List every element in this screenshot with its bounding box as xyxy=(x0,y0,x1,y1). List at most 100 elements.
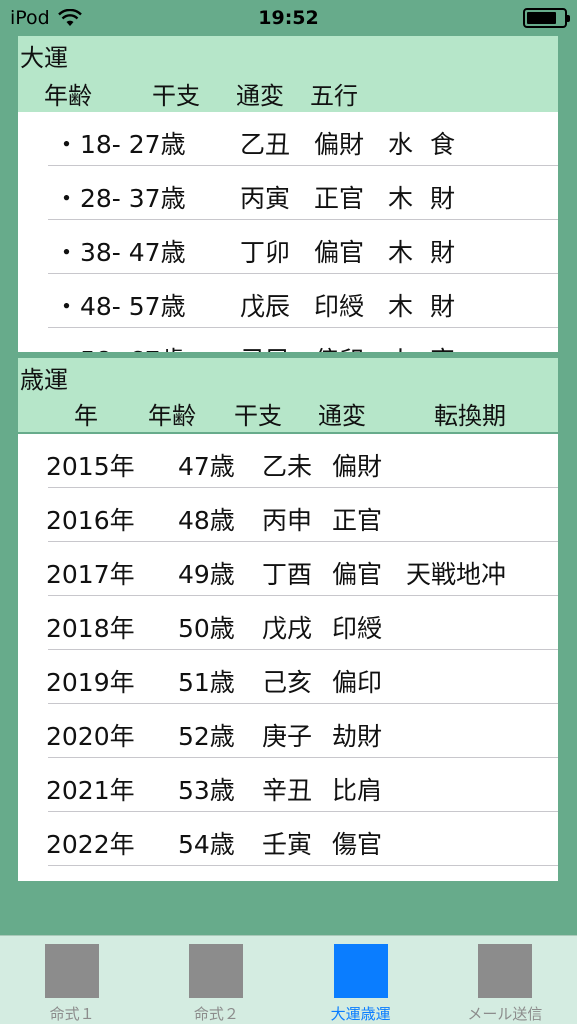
status-time: 19:52 xyxy=(258,7,319,29)
saiun-cell-year: 2018年 xyxy=(46,614,135,643)
daiun-cell-kanshi: 丁卯 xyxy=(240,238,291,267)
daiun-cell-kanshi: 戊辰 xyxy=(240,292,291,321)
saiun-header: 歳運 年 年齢 干支 通変 転換期 xyxy=(18,358,558,432)
saiun-header-year: 年 xyxy=(74,402,98,430)
saiun-row[interactable]: 2016年 48歳 丙申 正官 xyxy=(18,488,558,542)
tab-placeholder-icon xyxy=(333,944,388,998)
daiun-header-kanshi: 干支 xyxy=(152,82,200,110)
daiun-list[interactable]: ・ 18- 27歳 乙丑 偏財水食・ 28- 37歳 丙寅 正官木財・ 38- 47歳 丁卯 偏官… xyxy=(18,112,558,352)
daiun-header-tsuhen: 通変 xyxy=(236,82,284,110)
saiun-cell-kanshi: 癸卯 xyxy=(262,879,312,881)
daiun-cell-bullet: ・ xyxy=(54,184,80,213)
saiun-cell-age: 49歳 xyxy=(178,560,235,589)
saiun-cell-tsuhen: 偏官 xyxy=(332,560,383,589)
device-name: iPod xyxy=(10,7,50,29)
daiun-header: 大運 年齢 干支 通変 五行 xyxy=(18,36,558,112)
tab-daiun-saiun[interactable]: 大運歳運 xyxy=(289,936,433,1024)
saiun-cell-year: 2023年 xyxy=(46,879,135,881)
saiun-cell-age: 50歳 xyxy=(178,614,235,643)
saiun-cell-year: 2022年 xyxy=(46,830,135,859)
saiun-row[interactable]: 2020年 52歳 庚子 劫財 xyxy=(18,704,558,758)
saiun-row[interactable]: 2019年 51歳 己亥 偏印 xyxy=(18,650,558,704)
saiun-row[interactable]: 2015年 47歳 乙未 偏財 xyxy=(18,434,558,488)
daiun-cell-tsuhen: 印綬 xyxy=(314,292,365,321)
saiun-cell-tsuhen: 偏財 xyxy=(332,452,383,481)
tab-meishiki2[interactable]: 命式２ xyxy=(144,936,288,1024)
daiun-cell-gogyo2: 財 xyxy=(430,238,456,267)
saiun-row[interactable]: 2021年 53歳 辛丑 比肩 xyxy=(18,758,558,812)
status-left: iPod xyxy=(10,7,82,29)
daiun-cell-age: 48- 57歳 xyxy=(80,292,186,321)
saiun-cell-tsuhen: 傷官 xyxy=(332,830,383,859)
daiun-cell-gogyo1: 木 xyxy=(388,238,414,267)
daiun-cell-gogyo1: 木 xyxy=(388,184,414,213)
saiun-cell-kanshi: 丁酉 xyxy=(262,560,313,589)
saiun-row[interactable]: 2018年 50歳 戊戌 印綬 xyxy=(18,596,558,650)
saiun-cell-tsuhen: 食神 xyxy=(332,879,382,881)
saiun-header-kanshi: 干支 xyxy=(234,402,282,430)
saiun-cell-age: 53歳 xyxy=(178,776,235,805)
tab-placeholder-icon xyxy=(189,944,244,998)
saiun-cell-kanshi: 壬寅 xyxy=(262,830,313,859)
saiun-cell-kanshi: 辛丑 xyxy=(262,776,313,805)
saiun-cell-tsuhen: 印綬 xyxy=(332,614,383,643)
daiun-cell-gogyo2: 食 xyxy=(430,130,456,159)
tab-label: 大運歳運 xyxy=(330,1005,391,1023)
daiun-row[interactable]: ・ 38- 47歳 丁卯 偏官木財 xyxy=(18,220,558,274)
daiun-cell-gogyo1: 火 xyxy=(388,341,413,352)
daiun-cell-bullet: ・ xyxy=(54,292,80,321)
daiun-cell-bullet: ・ xyxy=(54,130,80,159)
saiun-cell-tsuhen: 比肩 xyxy=(332,776,383,805)
saiun-cell-year: 2016年 xyxy=(46,506,135,535)
saiun-cell-age: 48歳 xyxy=(178,506,235,535)
daiun-cell-kanshi: 丙寅 xyxy=(240,184,291,213)
saiun-header-age: 年齢 xyxy=(148,402,196,430)
daiun-title: 大運 xyxy=(20,44,68,72)
tab-mail[interactable]: メール送信 xyxy=(433,936,577,1024)
daiun-cell-tsuhen: 偏財 xyxy=(314,130,365,159)
daiun-cell-tsuhen: 偏印 xyxy=(314,341,364,352)
saiun-cell-age: 52歳 xyxy=(178,722,235,751)
saiun-cell-tsuhen: 正官 xyxy=(332,506,383,535)
daiun-cell-gogyo2: 財 xyxy=(430,292,456,321)
saiun-cell-kanshi: 庚子 xyxy=(262,722,313,751)
saiun-cell-tsuhen: 劫財 xyxy=(332,722,383,751)
daiun-cell-tsuhen: 正官 xyxy=(314,184,365,213)
daiun-cell-gogyo1: 木 xyxy=(388,292,414,321)
daiun-cell-age: 18- 27歳 xyxy=(80,130,186,159)
daiun-cell-gogyo2: 財 xyxy=(430,184,456,213)
tab-placeholder-icon xyxy=(477,944,532,998)
saiun-cell-year: 2015年 xyxy=(46,452,135,481)
saiun-cell-tsuhen: 偏印 xyxy=(332,668,383,697)
saiun-cell-year: 2019年 xyxy=(46,668,135,697)
saiun-title: 歳運 xyxy=(20,366,68,394)
daiun-cell-bullet: ・ xyxy=(54,238,80,267)
daiun-cell-age: 58- 67歳 xyxy=(80,341,186,352)
saiun-cell-age: 47歳 xyxy=(178,452,235,481)
saiun-cell-year: 2020年 xyxy=(46,722,135,751)
tab-meishiki1[interactable]: 命式１ xyxy=(0,936,144,1024)
saiun-row[interactable]: 2023年 55歳 癸卯 食神 xyxy=(18,866,558,881)
daiun-cell-gogyo1: 水 xyxy=(388,130,414,159)
daiun-cell-age: 38- 47歳 xyxy=(80,238,186,267)
saiun-cell-tenkan: 天戦地冲 xyxy=(406,560,507,589)
daiun-cell-age: 28- 37歳 xyxy=(80,184,186,213)
tab-label: メール送信 xyxy=(467,1005,543,1023)
saiun-cell-kanshi: 乙未 xyxy=(262,452,313,481)
daiun-row[interactable]: ・ 48- 57歳 戊辰 印綬木財 xyxy=(18,274,558,328)
saiun-header-tsuhen: 通変 xyxy=(318,402,366,430)
daiun-row[interactable]: ・ 28- 37歳 丙寅 正官木財 xyxy=(18,166,558,220)
status-bar: iPod 19:52 xyxy=(0,0,577,36)
tab-bar: 命式１ 命式２ 大運歳運 メール送信 xyxy=(0,935,577,1024)
saiun-cell-age: 55歳 xyxy=(178,879,235,881)
saiun-cell-year: 2021年 xyxy=(46,776,135,805)
saiun-row[interactable]: 2017年 49歳 丁酉 偏官 天戦地冲 xyxy=(18,542,558,596)
saiun-row[interactable]: 2022年 54歳 壬寅 傷官 xyxy=(18,812,558,866)
saiun-cell-year: 2017年 xyxy=(46,560,135,589)
saiun-list[interactable]: 2015年 47歳 乙未 偏財 2016年 48歳 丙申 正官 2017年 49歳 丁酉 偏官 天戦地冲… xyxy=(18,434,558,881)
battery-level xyxy=(527,12,556,24)
daiun-row[interactable]: ・ 18- 27歳 乙丑 偏財水食 xyxy=(18,112,558,166)
tab-label: 命式２ xyxy=(193,1005,239,1023)
daiun-cell-bullet: ・ xyxy=(54,341,79,352)
daiun-row[interactable]: ・58- 67歳 己巳 偏印 火 官 xyxy=(18,328,558,352)
